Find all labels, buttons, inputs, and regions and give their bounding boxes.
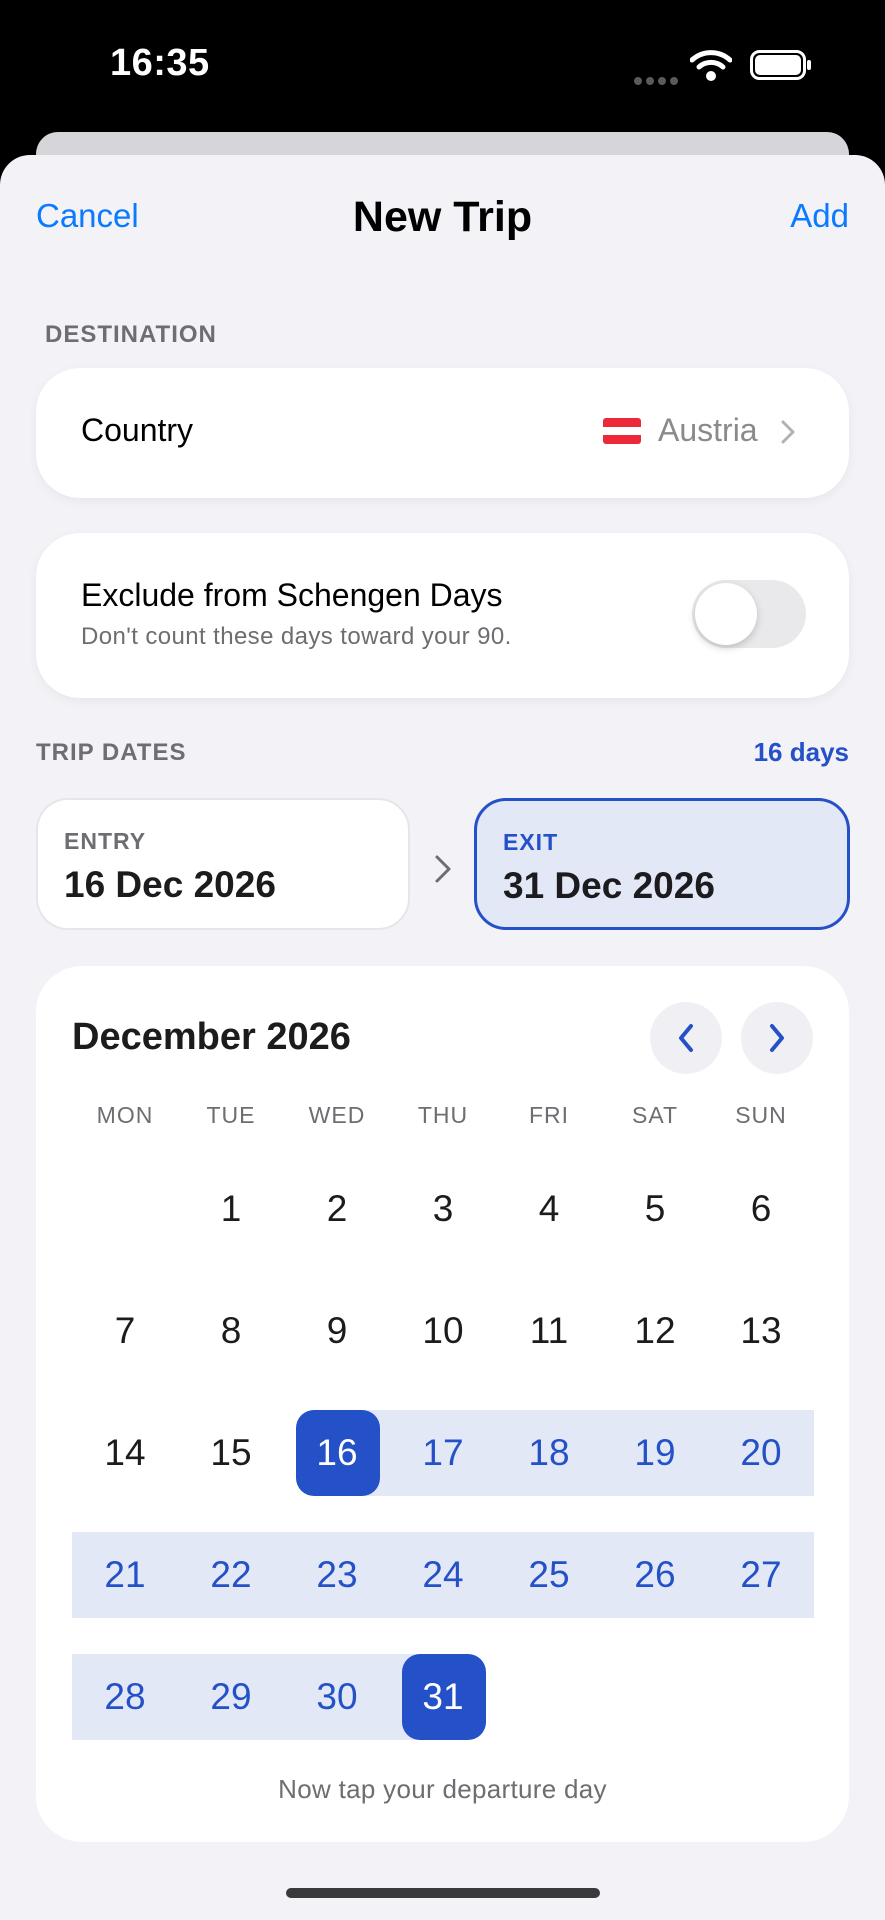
chevron-left-icon xyxy=(679,1024,693,1052)
calendar-day[interactable]: 13 xyxy=(708,1288,814,1374)
battery-icon xyxy=(750,50,811,80)
cellular-signal-icon xyxy=(634,72,682,90)
austria-flag-icon xyxy=(603,418,641,444)
calendar-day[interactable]: 25 xyxy=(496,1532,602,1618)
calendar-day[interactable]: 22 xyxy=(178,1532,284,1618)
flag-stripe-top xyxy=(603,418,641,427)
calendar-day[interactable]: 19 xyxy=(602,1410,708,1496)
calendar-day[interactable]: 23 xyxy=(284,1532,390,1618)
entry-value: 16 Dec 2026 xyxy=(64,864,276,905)
calendar-day[interactable]: 6 xyxy=(708,1166,814,1252)
add-button[interactable]: Add xyxy=(790,197,849,235)
calendar-day[interactable]: 11 xyxy=(496,1288,602,1374)
chevron-right-icon xyxy=(435,855,451,883)
country-label: Country xyxy=(81,412,194,448)
calendar-day[interactable]: 7 xyxy=(72,1288,178,1374)
calendar-day[interactable]: 3 xyxy=(390,1166,496,1252)
chevron-right-icon xyxy=(770,1024,784,1052)
calendar-day[interactable]: 4 xyxy=(496,1166,602,1252)
weekday-label: THU xyxy=(417,1102,469,1128)
home-indicator xyxy=(286,1888,600,1898)
exclude-title: Exclude from Schengen Days xyxy=(81,577,503,613)
calendar-day[interactable]: 1 xyxy=(178,1166,284,1252)
calendar-day[interactable]: 14 xyxy=(72,1410,178,1496)
previous-month-button[interactable] xyxy=(650,1002,722,1074)
calendar-day[interactable]: 16 xyxy=(284,1410,390,1496)
calendar-day[interactable]: 8 xyxy=(178,1288,284,1374)
calendar-day[interactable]: 15 xyxy=(178,1410,284,1496)
exclude-schengen-row: Exclude from Schengen Days Don't count t… xyxy=(36,533,849,698)
weekday-label: WED xyxy=(308,1102,366,1128)
toggle-knob xyxy=(695,583,757,645)
calendar-day[interactable]: 9 xyxy=(284,1288,390,1374)
calendar-day[interactable]: 28 xyxy=(72,1654,178,1740)
calendar-day[interactable]: 20 xyxy=(708,1410,814,1496)
exit-date-card[interactable]: EXIT 31 Dec 2026 xyxy=(474,798,850,930)
calendar-day[interactable]: 26 xyxy=(602,1532,708,1618)
calendar-card: December 2026 MON TUE WED THU FRI SAT SUN 1234… xyxy=(36,966,849,1842)
wifi-icon xyxy=(690,50,732,81)
days-count-badge: 16 days xyxy=(753,737,849,767)
exclude-subtitle: Don't count these days toward your 90. xyxy=(81,623,512,650)
exit-label: EXIT xyxy=(503,829,559,855)
weekday-label: FRI xyxy=(528,1102,570,1128)
calendar-day[interactable]: 29 xyxy=(178,1654,284,1740)
month-title: December 2026 xyxy=(72,1016,351,1058)
page-title: New Trip xyxy=(352,193,533,241)
calendar-day[interactable]: 24 xyxy=(390,1532,496,1618)
weekday-label: SAT xyxy=(631,1102,679,1128)
destination-section-label: DESTINATION xyxy=(45,321,217,348)
calendar-day[interactable]: 17 xyxy=(390,1410,496,1496)
weekday-label: TUE xyxy=(206,1102,256,1128)
calendar-day[interactable]: 30 xyxy=(284,1654,390,1740)
calendar-day[interactable]: 21 xyxy=(72,1532,178,1618)
country-row[interactable]: Country Austria xyxy=(36,368,849,498)
calendar-day[interactable]: 12 xyxy=(602,1288,708,1374)
flag-stripe-bottom xyxy=(603,435,641,444)
calendar-day[interactable]: 5 xyxy=(602,1166,708,1252)
entry-label: ENTRY xyxy=(64,828,147,854)
exit-value: 31 Dec 2026 xyxy=(503,865,715,906)
next-month-button[interactable] xyxy=(741,1002,813,1074)
calendar-day[interactable]: 27 xyxy=(708,1532,814,1618)
flag-stripe-middle xyxy=(603,426,641,436)
calendar-day[interactable]: 2 xyxy=(284,1166,390,1252)
hint-text: Now tap your departure day xyxy=(278,1774,607,1804)
country-value: Austria xyxy=(658,412,758,448)
chevron-right-icon xyxy=(781,420,795,444)
entry-date-card[interactable]: ENTRY 16 Dec 2026 xyxy=(36,798,410,930)
calendar-day[interactable]: 10 xyxy=(390,1288,496,1374)
status-bar: 16:35 xyxy=(0,0,885,135)
status-time: 16:35 xyxy=(110,42,210,84)
weekday-label: MON xyxy=(96,1102,154,1128)
calendar-day[interactable]: 18 xyxy=(496,1410,602,1496)
exclude-toggle[interactable] xyxy=(692,580,806,648)
trip-dates-section-label: TRIP DATES xyxy=(36,739,187,766)
weekday-label: SUN xyxy=(735,1102,787,1128)
calendar-day[interactable]: 31 xyxy=(390,1654,496,1740)
